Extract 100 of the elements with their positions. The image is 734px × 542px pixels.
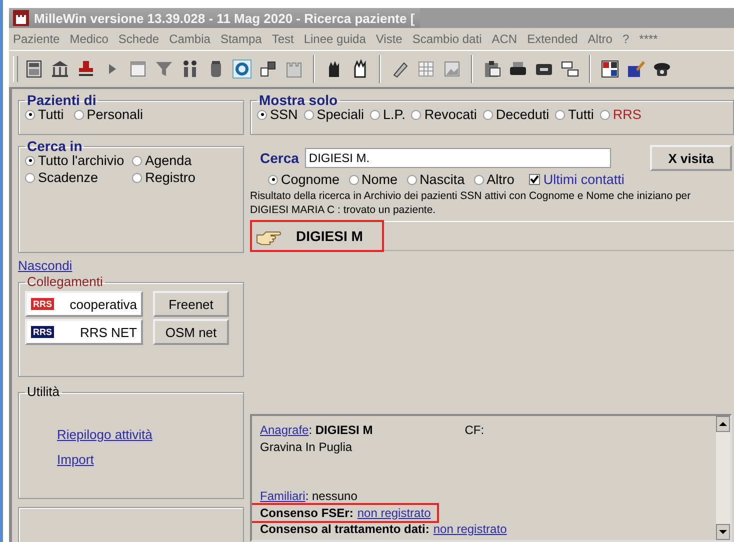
radio-label: Cognome bbox=[281, 172, 340, 187]
rrs-badge: RRS bbox=[31, 326, 54, 338]
radio-label: Personali bbox=[86, 107, 144, 122]
group-title: Cerca in bbox=[26, 139, 84, 153]
clipboard-icon[interactable] bbox=[482, 59, 502, 79]
search-field[interactable]: DIGIESI M. bbox=[304, 148, 611, 168]
radio-button[interactable] bbox=[348, 174, 359, 184]
link-button[interactable]: RRS cooperativa bbox=[25, 291, 143, 317]
detail-label: CF: bbox=[464, 422, 484, 438]
checkbox[interactable] bbox=[529, 174, 540, 185]
radio-label: Tutti bbox=[568, 107, 594, 122]
menu-item[interactable]: Linee guida bbox=[304, 32, 366, 46]
patient-name: DIGIESI M bbox=[296, 228, 363, 244]
radio-label: Altro bbox=[486, 172, 514, 187]
radio-label: Deceduti bbox=[496, 107, 550, 122]
detail-link[interactable]: non registrato bbox=[433, 521, 507, 538]
detail-text: Gravina In Puglia bbox=[260, 438, 352, 455]
button-label: RRS NET bbox=[80, 324, 137, 340]
link-button[interactable]: Freenet bbox=[153, 291, 229, 317]
menu-item[interactable]: Altro bbox=[588, 32, 612, 46]
radio-label: Revocati bbox=[424, 107, 477, 122]
castle-icon bbox=[13, 10, 29, 26]
menu-item[interactable]: **** bbox=[639, 32, 658, 46]
menu-item[interactable]: ACN bbox=[492, 32, 518, 46]
radio-button[interactable] bbox=[25, 110, 35, 120]
scrollbar[interactable] bbox=[716, 416, 730, 540]
radio-label: Scadenze bbox=[38, 170, 98, 185]
menu-item[interactable]: ? bbox=[622, 32, 630, 46]
radio-button[interactable] bbox=[25, 156, 35, 166]
radio-button[interactable] bbox=[132, 172, 142, 182]
check-icon bbox=[530, 175, 540, 184]
patient-row[interactable]: DIGIESI M bbox=[250, 222, 734, 251]
visit-button[interactable]: X visita bbox=[650, 145, 732, 171]
scroll-down-icon[interactable] bbox=[716, 524, 730, 540]
link-button[interactable]: OSM net bbox=[153, 319, 229, 345]
window-icon[interactable] bbox=[128, 59, 148, 79]
detail-link[interactable]: Anagrafe bbox=[260, 422, 309, 438]
detail-link[interactable]: non registrato bbox=[357, 504, 431, 521]
menu-item[interactable]: Test bbox=[272, 32, 294, 46]
button-label: cooperativa bbox=[70, 296, 137, 312]
menu-item[interactable]: Stampa bbox=[220, 32, 262, 46]
radio-button[interactable] bbox=[268, 174, 278, 184]
detail-text: : nessuno bbox=[305, 488, 358, 504]
calendar-icon[interactable] bbox=[600, 59, 620, 79]
detail-label: Consenso FSEr: bbox=[260, 504, 354, 521]
menu-item[interactable]: Cambia bbox=[169, 32, 210, 46]
radio-button[interactable] bbox=[132, 156, 142, 166]
refresh-icon[interactable] bbox=[232, 59, 252, 79]
radio-button[interactable] bbox=[474, 174, 484, 184]
image-icon[interactable] bbox=[442, 59, 462, 79]
radio-label: Nome bbox=[362, 172, 398, 187]
radio-label: RRS bbox=[612, 107, 642, 122]
group-title: Mostra solo bbox=[258, 93, 339, 107]
utility-link[interactable]: Riepilogo attività bbox=[57, 427, 152, 442]
radio-label: Tutto l'archivio bbox=[38, 153, 124, 168]
funnel-icon[interactable] bbox=[154, 59, 174, 79]
group-title: Pazienti di bbox=[26, 93, 98, 107]
radio-label: Nascita bbox=[420, 172, 465, 187]
scroll-up-icon[interactable] bbox=[716, 416, 730, 432]
radio-button[interactable] bbox=[600, 110, 610, 120]
result-message: Risultato della ricerca in Archivio dei pazienti SSN attivi con Cognome e Nome che iniziano per DIGIESI MARIA C : trovato un paziente. bbox=[250, 189, 692, 217]
radio-button[interactable] bbox=[25, 172, 35, 182]
radio-label: Tutti bbox=[38, 107, 64, 122]
radio-label: L.P. bbox=[383, 107, 406, 122]
radio-button[interactable] bbox=[411, 110, 422, 120]
windows-icon[interactable] bbox=[560, 59, 580, 79]
window-title: MilleWin versione 13.39.028 - 11 Mag 2020 - Ricerca paziente [ bbox=[34, 10, 415, 26]
radio-button[interactable] bbox=[555, 110, 566, 120]
radio-button[interactable] bbox=[74, 110, 84, 120]
detail-text: : DIGIESI M bbox=[308, 422, 373, 438]
stamp-icon[interactable] bbox=[76, 59, 96, 79]
button-label: OSM net bbox=[165, 324, 217, 340]
cubes-icon[interactable] bbox=[258, 59, 278, 79]
menu-item[interactable]: Scambio dati bbox=[412, 32, 482, 46]
search-label: Cerca bbox=[260, 150, 299, 166]
menu-item[interactable]: Medico bbox=[70, 32, 108, 46]
radio-button[interactable] bbox=[406, 174, 417, 184]
menu-item[interactable]: Schede bbox=[118, 32, 160, 46]
radio-button[interactable] bbox=[257, 110, 267, 120]
menu-item[interactable]: Extended bbox=[527, 32, 578, 46]
menu-item[interactable]: Viste bbox=[376, 32, 402, 46]
menu-item[interactable]: Paziente bbox=[13, 32, 60, 46]
hide-link[interactable]: Nascondi bbox=[18, 258, 72, 273]
radio-label: Registro bbox=[145, 170, 196, 185]
utility-link[interactable]: Import bbox=[57, 452, 94, 467]
link-button[interactable]: RRS RRS NET bbox=[25, 319, 143, 345]
radio-button[interactable] bbox=[370, 110, 380, 120]
detail-link[interactable]: Familiari bbox=[260, 488, 306, 504]
bank-icon[interactable] bbox=[50, 59, 70, 79]
radio-button[interactable] bbox=[482, 110, 493, 120]
group-title: Collegamenti bbox=[26, 275, 104, 289]
edit-icon[interactable] bbox=[626, 59, 646, 79]
button-label: Freenet bbox=[168, 296, 214, 312]
radio-label: SSN bbox=[270, 107, 298, 122]
checkbox-label: Ultimi contatti bbox=[543, 172, 624, 187]
group-title: Utilità bbox=[26, 385, 61, 399]
radio-button[interactable] bbox=[304, 110, 314, 120]
calculator-icon[interactable] bbox=[24, 59, 44, 79]
detail-label: Consenso al trattamento dati: bbox=[260, 521, 430, 538]
radio-label: Agenda bbox=[145, 153, 192, 168]
